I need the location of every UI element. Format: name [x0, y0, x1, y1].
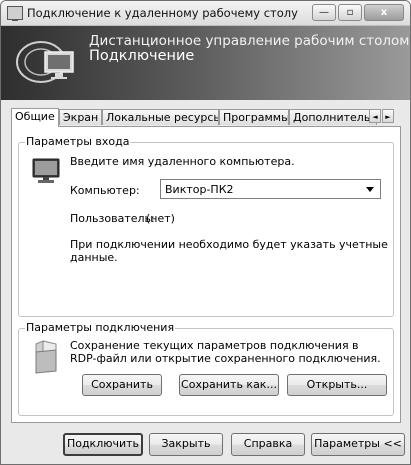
- tab-strip: Общие Экран Локальные ресурсы Программы …: [11, 108, 387, 127]
- logon-settings-group: Параметры входа Введите имя удаленного к…: [18, 135, 394, 317]
- computer-icon: [32, 158, 60, 183]
- save-button[interactable]: Сохранить: [82, 374, 162, 396]
- user-value: (нет): [146, 212, 175, 225]
- computer-label: Компьютер:: [70, 184, 140, 197]
- header-banner: Дистанционное управление рабочим столом …: [1, 26, 410, 100]
- open-button[interactable]: Открыть...: [287, 374, 387, 396]
- connection-desc-line2: RDP-файл или открытие сохраненного подкл…: [70, 352, 381, 365]
- save-as-button[interactable]: Сохранить как...: [179, 374, 279, 396]
- computer-combobox[interactable]: Виктор-ПК2: [160, 179, 381, 199]
- user-label: Пользователь:: [70, 212, 155, 225]
- computer-value: Виктор-ПК2: [165, 183, 234, 196]
- tab-scroll-left-button[interactable]: ◄: [369, 109, 381, 123]
- connection-desc-line1: Сохранение текущих параметров подключени…: [70, 339, 359, 352]
- tab-panel-general: Параметры входа Введите имя удаленного к…: [11, 126, 401, 423]
- banner-title: Подключение: [89, 48, 195, 64]
- credentials-note-line2: данные.: [70, 251, 118, 264]
- remote-desktop-logo-icon: [16, 41, 74, 83]
- help-button[interactable]: Справка: [231, 433, 305, 456]
- close-window-button[interactable]: x: [364, 4, 404, 21]
- folder-icon: [35, 340, 57, 374]
- banner-subtitle: Дистанционное управление рабочим столом: [89, 33, 410, 49]
- close-button[interactable]: Закрыть: [149, 433, 223, 456]
- tab-programs[interactable]: Программы: [219, 109, 289, 125]
- maximize-button[interactable]: ▫: [338, 4, 362, 21]
- tab-local-resources[interactable]: Локальные ресурсы: [102, 109, 219, 125]
- credentials-note-line1: При подключении необходимо будет указать…: [70, 238, 388, 251]
- options-button[interactable]: Параметры <<: [311, 433, 405, 456]
- minimize-button[interactable]: —: [312, 4, 336, 21]
- logon-settings-legend: Параметры входа: [25, 135, 131, 148]
- title-bar: Подключение к удаленному рабочему столу …: [1, 1, 410, 26]
- tab-advanced[interactable]: Дополнительно: [289, 109, 377, 125]
- chevron-down-icon: [366, 187, 374, 192]
- connect-button[interactable]: Подключить: [63, 433, 143, 456]
- computer-prompt: Введите имя удаленного компьютера.: [70, 155, 295, 168]
- connection-settings-legend: Параметры подключения: [25, 321, 176, 334]
- connection-settings-group: Параметры подключения Сохранение текущих…: [18, 321, 394, 416]
- tab-scroll-right-button[interactable]: ►: [382, 109, 394, 123]
- tab-display[interactable]: Экран: [59, 109, 102, 125]
- window-controls: — ▫ x: [312, 4, 404, 21]
- rdp-window: Подключение к удаленному рабочему столу …: [0, 0, 411, 465]
- monitor-icon: [7, 6, 23, 21]
- window-title: Подключение к удаленному рабочему столу: [27, 6, 298, 20]
- tab-general[interactable]: Общие: [11, 108, 59, 127]
